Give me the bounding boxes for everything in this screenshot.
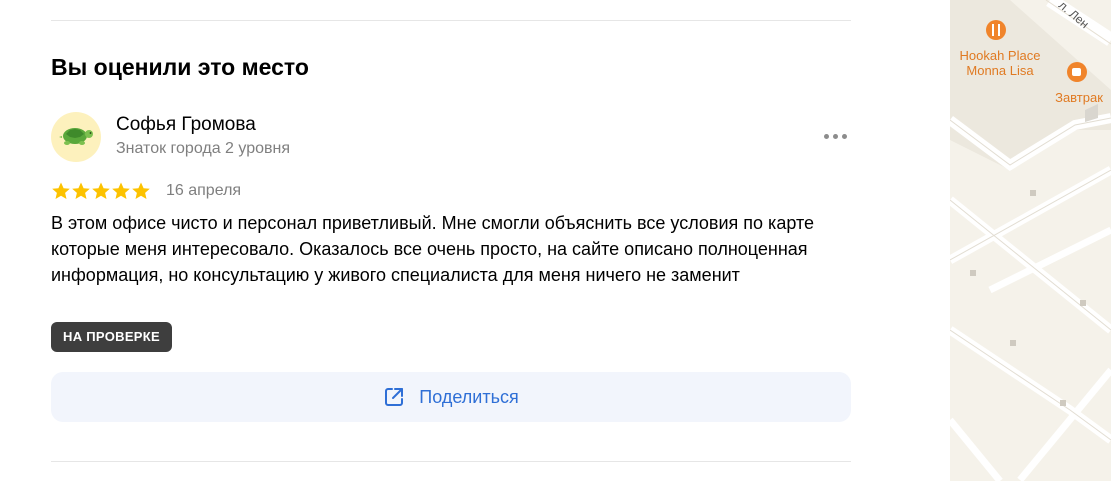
avatar[interactable]: [51, 112, 101, 162]
review-panel: Вы оценили это место Софья Громова Знато…: [0, 0, 944, 481]
more-options-button[interactable]: [820, 126, 852, 146]
share-label: Поделиться: [419, 386, 519, 407]
more-dot-icon: [842, 134, 847, 139]
fork-knife-icon: [986, 20, 1006, 40]
review-text: В этом офисе чисто и персонал приветливы…: [51, 213, 814, 285]
star-icon: [52, 182, 70, 199]
star-icon: [132, 182, 150, 199]
top-divider: [51, 20, 851, 21]
map-view[interactable]: Hookah Place Monna Lisa Завтрак л. Лен: [950, 0, 1111, 481]
star-icon: [92, 182, 110, 199]
bottom-divider: [51, 461, 851, 462]
more-dot-icon: [824, 134, 829, 139]
turtle-icon: [59, 128, 93, 145]
review-date: 16 апреля: [166, 182, 242, 199]
section-title: Вы оценили это место: [51, 54, 309, 80]
more-dot-icon: [833, 134, 838, 139]
author-level: Знаток города 2 уровня: [116, 140, 291, 157]
share-external-icon: [385, 388, 404, 406]
poi-label-hookah[interactable]: Hookah Place Monna Lisa: [952, 48, 1048, 78]
share-button[interactable]: Поделиться: [51, 372, 851, 422]
author-name[interactable]: Софья Громова: [116, 114, 256, 136]
poi-label-zavtrak[interactable]: Завтрак: [1046, 90, 1111, 105]
star-icon: [72, 182, 90, 199]
star-icon: [112, 182, 130, 199]
status-badge: НА ПРОВЕРКЕ: [51, 322, 172, 352]
